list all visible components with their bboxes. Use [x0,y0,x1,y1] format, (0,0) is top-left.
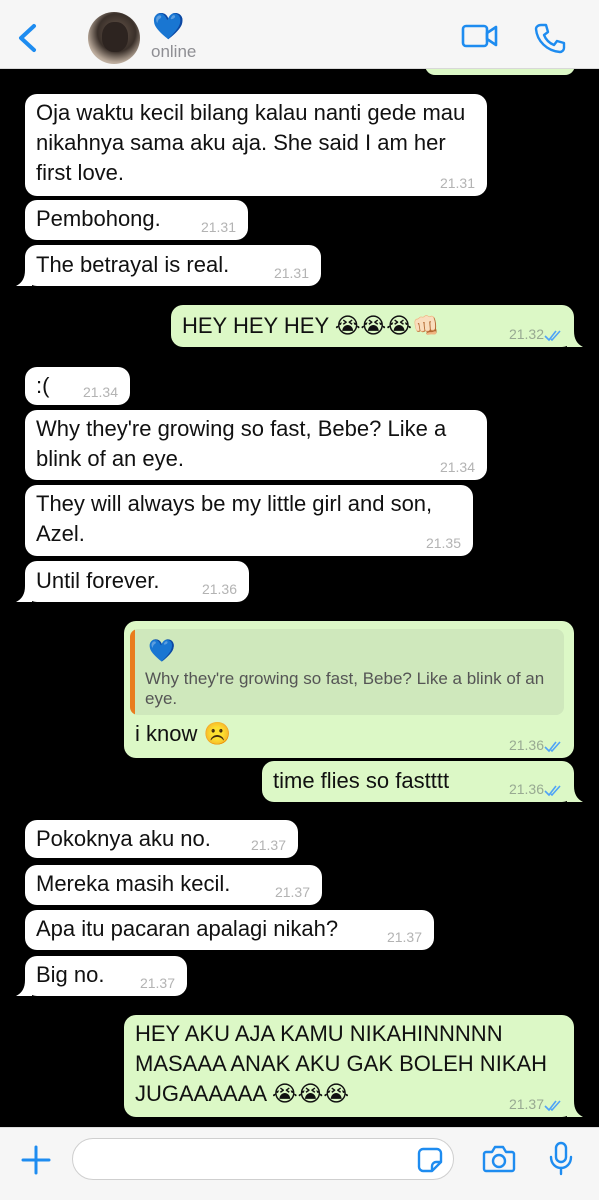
read-receipt-icon [544,741,561,753]
microphone-icon[interactable] [548,1141,574,1177]
bubble-tail [567,331,583,347]
message-text: Apa itu pacaran apalagi nikah? [36,916,339,941]
message-incoming[interactable]: The betrayal is real. 21.31 [16,245,321,286]
message-incoming[interactable]: Pembohong. 21.31 [25,200,248,240]
message-time: 21.35 [425,535,461,551]
video-call-icon[interactable] [461,22,499,50]
message-time: 21.31 [200,219,236,235]
message-text: i know ☹️ [135,721,231,746]
read-receipt-icon [544,1100,561,1112]
message-incoming[interactable]: :( 21.34 [25,367,130,405]
message-text: HEY HEY HEY 😭😭😭👊🏻 [182,313,440,338]
bubble-tail [16,586,32,602]
message-text: Mereka masih kecil. [36,871,231,896]
message-incoming[interactable]: They will always be my little girl and s… [25,485,473,556]
message-text: The betrayal is real. [36,252,230,277]
message-text: Pembohong. [36,206,161,231]
read-receipt-icon [544,330,561,342]
message-text: Until forever. [36,568,160,593]
message-time: 21.32 [508,326,544,342]
message-time: 21.34 [439,459,475,475]
message-input[interactable] [72,1138,454,1180]
message-incoming[interactable]: Until forever. 21.36 [16,561,249,602]
message-text: Pokoknya aku no. [36,826,211,851]
bubble-tail [567,1101,583,1117]
plus-icon[interactable] [20,1144,52,1176]
composer-bar [0,1127,599,1200]
message-outgoing[interactable]: HEY HEY HEY 😭😭😭👊🏻 21.32 [171,305,583,347]
message-text: They will always be my little girl and s… [36,491,438,546]
message-time: 21.37 [250,837,286,853]
sticker-icon[interactable] [417,1147,443,1173]
message-time: 21.37 [508,1096,544,1112]
message-time: 21.31 [439,175,475,191]
message-incoming[interactable]: Pokoknya aku no. 21.37 [25,820,298,858]
message-text: HEY AKU AJA KAMU NIKAHINNNNN MASAAA ANAK… [135,1021,554,1106]
chevron-left-icon[interactable] [14,18,44,58]
message-time: 21.36 [201,581,237,597]
message-time: 21.31 [273,265,309,281]
bubble-tail [16,980,32,996]
message-outgoing[interactable]: time flies so fastttt 21.36 [262,761,583,802]
message-text: :( [36,373,50,398]
message-incoming[interactable]: Apa itu pacaran apalagi nikah? 21.37 [25,910,434,950]
avatar[interactable] [88,12,140,64]
message-text: Oja waktu kecil bilang kalau nanti gede … [36,100,472,185]
quoted-message[interactable]: 💙 Why they're growing so fast, Bebe? Lik… [130,629,564,715]
message-incoming[interactable]: Mereka masih kecil. 21.37 [25,865,322,905]
message-incoming[interactable]: Big no. 21.37 [16,956,187,996]
bubble-tail [567,786,583,802]
camera-icon[interactable] [482,1144,516,1174]
message-incoming[interactable]: Why they're growing so fast, Bebe? Like … [25,410,487,480]
read-receipt-icon [544,785,561,797]
message-time: 21.37 [274,884,310,900]
bubble-tail [16,270,32,286]
quoted-sender: 💙 [148,638,176,663]
quote-accent-bar [130,629,135,715]
quoted-text: Why they're growing so fast, Bebe? Like … [145,669,545,708]
message-incoming[interactable]: Oja waktu kecil bilang kalau nanti gede … [25,94,487,196]
message-text: Why they're growing so fast, Bebe? Like … [36,416,453,471]
contact-status: online [151,42,197,61]
message-time: 21.37 [386,929,422,945]
phone-call-icon[interactable] [534,22,566,54]
message-time: 21.36 [508,781,544,797]
chat-header: 💙 online [0,0,599,69]
chat-area[interactable]: Oja waktu kecil bilang kalau nanti gede … [0,69,599,1127]
message-outgoing[interactable]: HEY AKU AJA KAMU NIKAHINNNNN MASAAA ANAK… [124,1015,583,1117]
message-bubble-partial [425,69,575,75]
contact-name[interactable]: 💙 [152,12,184,40]
message-time: 21.34 [82,384,118,400]
message-text: time flies so fastttt [273,768,450,793]
message-outgoing-reply[interactable]: 💙 Why they're growing so fast, Bebe? Lik… [124,621,574,758]
message-text: Big no. [36,962,105,987]
message-time: 21.36 [508,737,544,753]
message-time: 21.37 [139,975,175,991]
